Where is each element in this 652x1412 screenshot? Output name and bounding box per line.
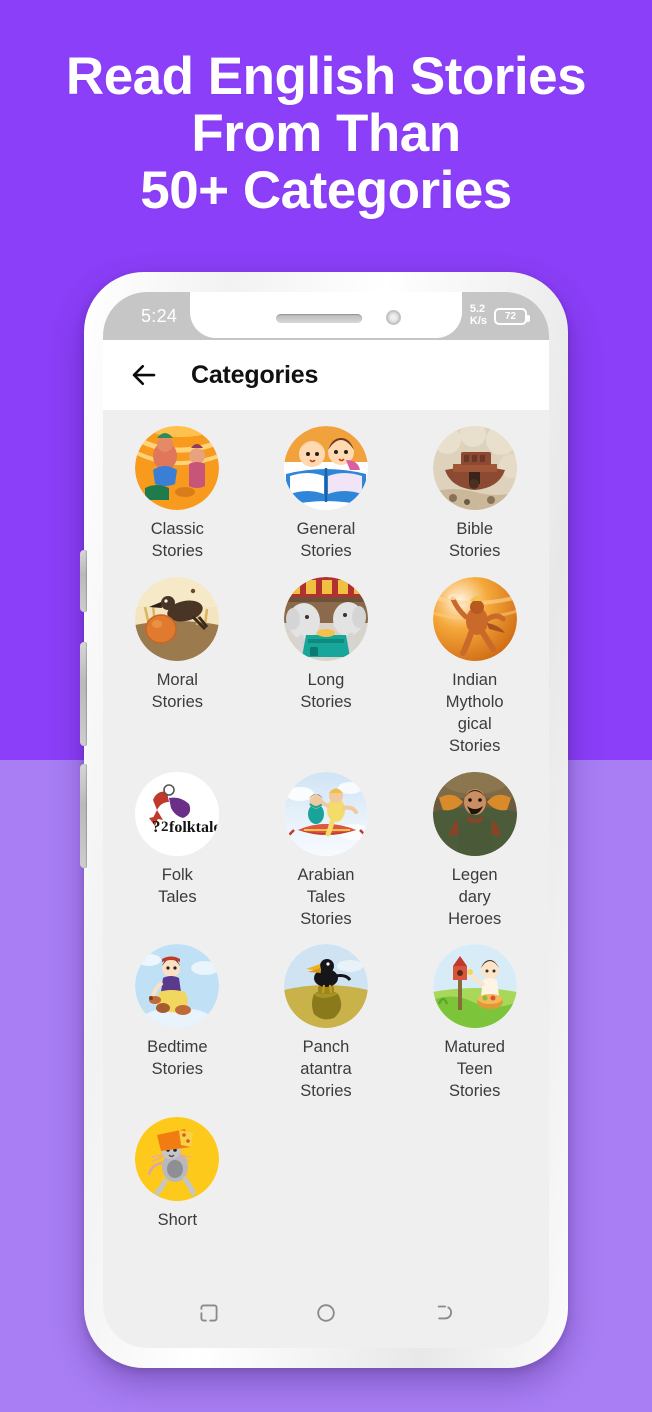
battery-percent-label: 72: [504, 310, 517, 322]
category-label: Panch atantra Stories: [300, 1038, 352, 1101]
category-label: Legen dary Heroes: [448, 865, 502, 928]
page-title: Categories: [191, 360, 319, 389]
moral-stories-icon: [135, 576, 220, 661]
category-item[interactable]: Bedtime Stories: [103, 936, 252, 1109]
folk-tales-icon: ? 2 folktale: [135, 771, 220, 856]
category-label: Classic Stories: [150, 520, 204, 560]
category-item[interactable]: Short: [103, 1109, 252, 1238]
category-item[interactable]: Bible Stories: [400, 418, 549, 569]
status-bar: 5:24 ✈ 5.2 K/s 72: [103, 292, 549, 340]
category-label: Matured Teen Stories: [444, 1038, 505, 1101]
promo-line-1: Read English Stories: [65, 47, 587, 106]
promo-headline: Read English Stories From Than 50+ Categ…: [0, 48, 652, 220]
svg-text:?: ?: [152, 817, 161, 836]
category-label: Indian Mytholo gical Stories: [445, 670, 504, 755]
general-stories-icon: [283, 426, 368, 510]
phone-volume-up-button[interactable]: [80, 642, 87, 746]
svg-text:folktale: folktale: [169, 819, 219, 836]
category-item[interactable]: Legen dary Heroes: [400, 764, 549, 937]
category-item[interactable]: General Stories: [252, 418, 401, 569]
category-label: Moral Stories: [151, 670, 203, 711]
earpiece-speaker-icon: [276, 314, 363, 323]
legendary-heroes-icon: [432, 771, 517, 856]
recents-icon[interactable]: [196, 1300, 222, 1326]
category-item[interactable]: Arabian Tales Stories: [252, 764, 401, 937]
category-item[interactable]: Panch atantra Stories: [252, 936, 401, 1109]
panchatantra-stories-icon: [283, 944, 368, 1029]
promo-line-2: From Than: [191, 104, 461, 164]
categories-grid: Classic Stories General Stories Bible Stori…: [103, 418, 549, 1238]
category-item[interactable]: ? 2 folktale Folk Tales: [103, 764, 252, 937]
bedtime-stories-icon: [135, 944, 220, 1029]
category-item[interactable]: Long Stories: [252, 569, 401, 764]
home-icon[interactable]: [313, 1300, 339, 1326]
network-speed-indicator: 5.2 K/s: [470, 304, 487, 327]
category-item[interactable]: Moral Stories: [103, 569, 252, 764]
category-label: Long Stories: [300, 670, 352, 711]
app-bar: Categories: [103, 340, 549, 410]
categories-scroll-area[interactable]: Classic Stories General Stories Bible Stori…: [103, 410, 549, 1278]
category-label: Bible Stories: [448, 520, 501, 560]
phone-volume-down-button[interactable]: [80, 764, 87, 868]
svg-text:2: 2: [161, 819, 169, 835]
arabian-tales-stories-icon: [283, 771, 368, 856]
category-item[interactable]: Indian Mytholo gical Stories: [400, 569, 549, 764]
phone-screen: 5:24 ✈ 5.2 K/s 72 Categories Classic Sto…: [103, 292, 549, 1348]
airplane-icon: ✈: [446, 305, 463, 327]
status-bar-clock: 5:24: [141, 305, 178, 326]
category-label: Folk Tales: [158, 865, 197, 906]
status-bar-indicators: ✈ 5.2 K/s 72: [446, 292, 530, 340]
promo-line-3: 50+ Categories: [140, 161, 512, 221]
category-item[interactable]: Matured Teen Stories: [400, 936, 549, 1109]
back-arrow-icon[interactable]: [127, 358, 161, 392]
front-camera-icon: [386, 310, 401, 325]
short-stories-icon: [135, 1117, 220, 1202]
battery-icon: 72: [494, 307, 530, 325]
network-speed-unit: K/s: [469, 315, 487, 327]
category-label: Short: [157, 1211, 198, 1230]
category-item[interactable]: Classic Stories: [103, 418, 252, 569]
back-icon[interactable]: [430, 1300, 456, 1326]
indian-mythological-stories-icon: [432, 576, 517, 661]
phone-mockup: 5:24 ✈ 5.2 K/s 72 Categories Classic Sto…: [80, 272, 568, 1368]
matured-teen-stories-icon: [432, 944, 517, 1029]
phone-side-button-top[interactable]: [80, 550, 87, 612]
long-stories-icon: [283, 576, 368, 661]
classic-stories-icon: [135, 426, 220, 510]
category-label: General Stories: [296, 520, 356, 560]
category-label: Arabian Tales Stories: [297, 865, 355, 928]
category-label: Bedtime Stories: [147, 1038, 208, 1079]
bible-stories-icon: [432, 426, 517, 510]
android-navigation-bar: [103, 1278, 549, 1348]
